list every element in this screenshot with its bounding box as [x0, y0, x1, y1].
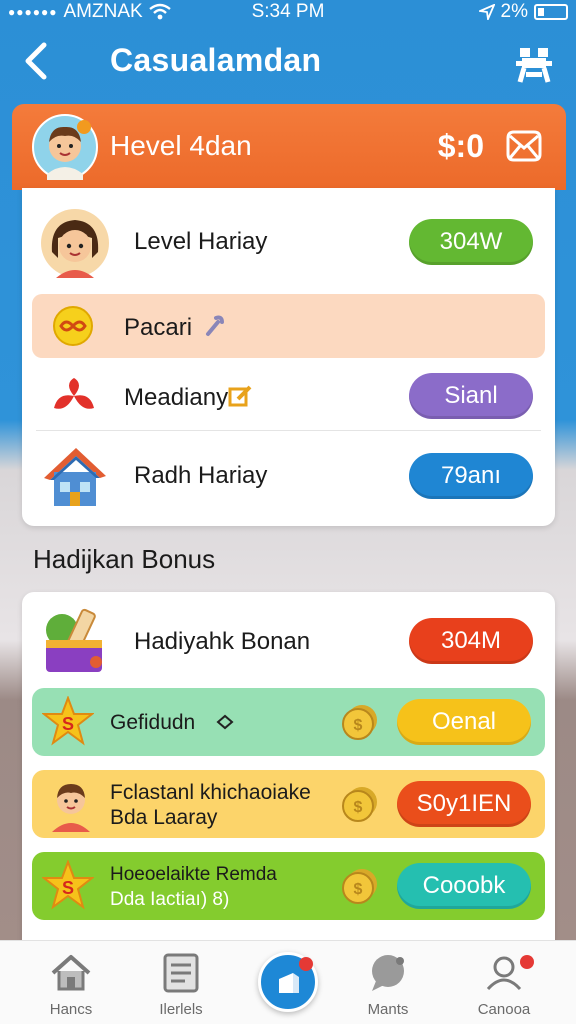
list-item-label: Meadiany: [124, 384, 229, 411]
list-item-label: Level Hariay: [134, 228, 268, 255]
profile-icon: [486, 956, 522, 991]
section-title: Hadijkan Bonus: [33, 544, 216, 574]
list-icon: [163, 953, 199, 993]
list-item-label: Pacari: [124, 314, 193, 341]
battery-percent: 2%: [500, 1, 528, 22]
bonus-item-line2: Dda Iactiaı) 8): [110, 889, 230, 910]
app-header: Casualamdan: [0, 36, 576, 92]
level-banner: Hevel 4dan $:0: [12, 104, 566, 190]
bonus-card: Hadiyahk Bonan 304M S Gefidudn $ Oenal F…: [22, 592, 555, 952]
svg-text:S: S: [62, 714, 74, 734]
meadiany-button[interactable]: Sianl: [409, 373, 533, 419]
bonus-header-label: Hadiyahk Bonan: [134, 628, 311, 655]
balance-amount: $:0: [437, 128, 484, 164]
page-title: Casualamdan: [110, 42, 322, 78]
boy-avatar-icon: [52, 784, 90, 832]
home-icon: [51, 955, 91, 991]
coin-icon: $: [342, 705, 377, 740]
svg-text:S: S: [62, 878, 74, 898]
svg-text:$: $: [354, 881, 363, 898]
level-value-button[interactable]: 304W: [409, 219, 533, 265]
bonus-item[interactable]: Fclastanl khichaoiake Bda Laaray $ S0y1I…: [32, 770, 545, 838]
nav-home-label: Hancs: [49, 1001, 93, 1018]
svg-text:$: $: [354, 717, 363, 734]
mail-icon[interactable]: [504, 126, 544, 166]
wrench-icon: [206, 315, 224, 336]
list-item-label: Radh Hariay: [134, 462, 268, 489]
nav-home[interactable]: Hancs: [21, 951, 121, 1018]
nav-profile[interactable]: Canooa: [454, 951, 554, 1018]
dollar-star-icon: S: [42, 860, 94, 910]
back-button[interactable]: [20, 40, 60, 86]
status-bar: ●●●●●● AMZNAK S:34 PM 2%: [0, 0, 576, 26]
bonus-claim-button[interactable]: S0y1IEN: [397, 781, 531, 827]
nav-chat[interactable]: Mants: [338, 951, 438, 1018]
nav-list[interactable]: Ilerlels: [131, 951, 231, 1018]
coin-icon: $: [342, 869, 377, 904]
status-right: 2%: [478, 1, 568, 23]
notification-badge: [520, 955, 534, 969]
battery-icon: [534, 4, 568, 20]
bonus-item-line1: Fclastanl khichaoiake: [110, 781, 311, 804]
level-list-card: Level Hariay 304W Pacari Meadiany Sianl: [22, 188, 555, 526]
bonus-item-label: Fclastanl khichaoiake Bda Laaray: [110, 780, 311, 830]
profile-button[interactable]: [512, 42, 556, 86]
nav-list-label: Ilerlels: [159, 1001, 203, 1018]
bonus-item-label: Gefidudn: [110, 711, 196, 734]
infinity-icon: [53, 306, 93, 346]
notification-badge: [299, 957, 313, 971]
level-title: Hevel 4dan: [110, 130, 252, 161]
bonus-claim-button[interactable]: Oenal: [397, 699, 531, 745]
coin-icon: $: [342, 787, 377, 822]
add-icon: [279, 973, 299, 993]
edit-icon: [228, 385, 252, 407]
list-item[interactable]: Meadiany Sianl: [32, 364, 545, 428]
gift-box-icon: [46, 608, 102, 672]
radh-button[interactable]: 79anı: [409, 453, 533, 499]
bonus-header-item[interactable]: Hadiyahk Bonan 304M: [32, 600, 545, 682]
bonus-item-line1: Hoeoelaikte Remda: [110, 864, 277, 885]
list-item[interactable]: Pacari: [32, 294, 545, 358]
list-item[interactable]: Radh Hariay 79anı: [32, 438, 545, 514]
girl-avatar-icon: [41, 209, 109, 278]
bonus-claim-button[interactable]: Cooobk: [397, 863, 531, 909]
dollar-star-icon: S: [42, 696, 94, 746]
robot-icon: [516, 48, 552, 83]
diamond-icon: [216, 714, 234, 730]
divider: [36, 430, 541, 431]
bonus-item[interactable]: S Gefidudn $ Oenal: [32, 688, 545, 756]
bonus-item-line2: Bda Laaray: [110, 806, 218, 829]
ribbon-icon: [54, 378, 94, 409]
svg-text:$: $: [354, 799, 363, 816]
nav-chat-label: Mants: [367, 1001, 409, 1018]
location-icon: [478, 4, 495, 20]
bonus-value-button[interactable]: 304M: [409, 618, 533, 664]
nav-add-button[interactable]: [258, 952, 318, 1012]
chat-icon: [372, 955, 404, 991]
nav-profile-label: Canooa: [477, 1001, 531, 1018]
chevron-left-icon: [25, 42, 47, 80]
list-item[interactable]: Level Hariay 304W: [32, 202, 545, 282]
bonus-item-label: Hoeoelaikte Remda Dda Iactiaı) 8): [110, 862, 277, 912]
boy-avatar-icon: [32, 114, 98, 180]
house-icon: [44, 448, 106, 506]
bonus-item[interactable]: S Hoeoelaikte Remda Dda Iactiaı) 8) $ Co…: [32, 852, 545, 920]
